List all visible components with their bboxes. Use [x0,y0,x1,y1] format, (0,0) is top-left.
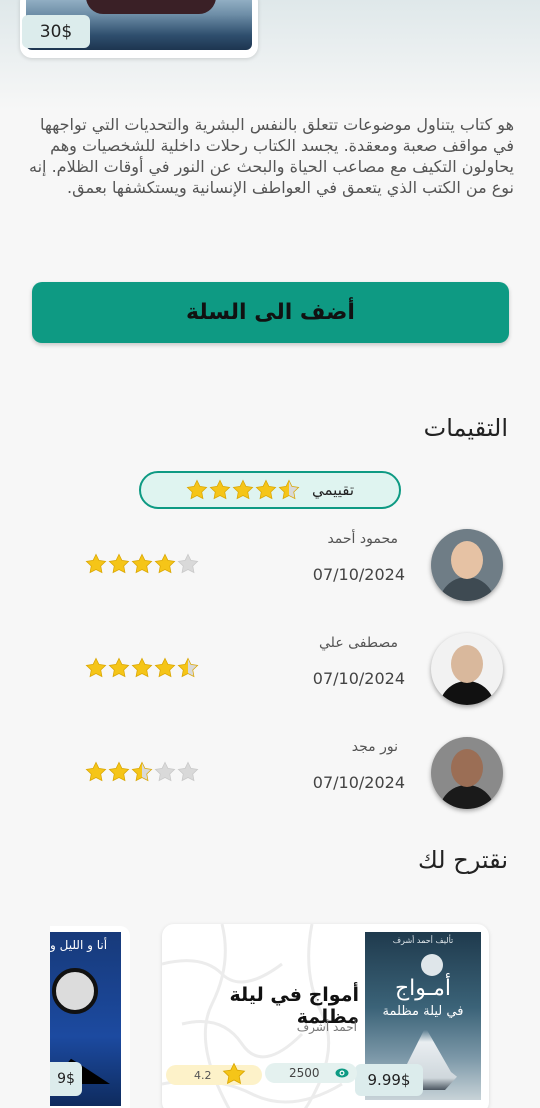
price-badge: 9.99$ [355,1064,423,1096]
review-date: 07/10/2024 [312,669,405,688]
reviewer-name: نور مجد [351,739,398,755]
star-filled-icon [186,479,208,501]
star-filled-icon [108,657,130,679]
star-half-icon [177,657,199,679]
review-stars [85,553,199,575]
star-empty-icon [177,761,199,783]
star-filled-icon [85,657,107,679]
avatar [431,633,503,705]
star-filled-icon [85,553,107,575]
star-icon [222,1062,246,1085]
suggested-book-card[interactable]: تأليف أحمد أشرف أمـواج في ليلة مظلمة 9.9… [162,924,489,1108]
cover-title: أنا و الليل و [50,938,108,952]
avatar [431,529,503,601]
book-author: أحمد أشرف [296,1020,357,1034]
avatar [431,737,503,809]
star-filled-icon [209,479,231,501]
review-stars [85,657,199,679]
book-description: هو كتاب يتناول موضوعات تتعلق بالنفس البش… [29,115,514,197]
reviewer-name: محمود أحمد [327,531,398,547]
cover-title: أمـواج [394,976,452,1001]
review-date: 07/10/2024 [312,773,405,792]
star-filled-icon [108,553,130,575]
views-count: 2500 [289,1066,320,1080]
suggested-book-card[interactable]: أنا و الليل و 9$ [50,926,130,1108]
star-filled-icon [108,761,130,783]
star-empty-icon [154,761,176,783]
review-stars [85,761,199,783]
eye-icon [335,1068,349,1078]
star-filled-icon [131,657,153,679]
star-filled-icon [154,657,176,679]
add-to-cart-button[interactable]: أضف الى السلة [32,282,509,343]
my-rating-button[interactable]: تقييمي [139,471,401,509]
star-filled-icon [154,553,176,575]
ratings-heading: التقيمات [423,414,508,442]
star-half-icon [131,761,153,783]
rating-value: 4.2 [194,1068,212,1082]
suggestions-heading: نقترح لك [418,846,508,874]
my-rating-label: تقييمي [312,481,354,499]
book-hero-card: 30$ [20,0,258,58]
star-filled-icon [131,553,153,575]
review-item: نور مجد 07/10/2024 [0,737,540,817]
star-filled-icon [85,761,107,783]
cover-author: تأليف أحمد أشرف [392,936,454,945]
star-half-icon [278,479,300,501]
star-empty-icon [177,553,199,575]
views-badge: 2500 [265,1063,357,1083]
rating-badge: 4.2 [166,1062,262,1085]
review-item: محمود أحمد 07/10/2024 [0,529,540,609]
boat-illustration [86,0,216,14]
cover-subtitle: في ليلة مظلمة [382,1004,464,1019]
star-filled-icon [232,479,254,501]
reviewer-name: مصطفى علي [319,635,398,651]
price-badge: 30$ [22,15,90,48]
review-item: مصطفى علي 07/10/2024 [0,633,540,713]
star-filled-icon [255,479,277,501]
my-rating-stars [186,479,300,501]
review-date: 07/10/2024 [312,565,405,584]
price-badge: 9$ [50,1062,82,1096]
